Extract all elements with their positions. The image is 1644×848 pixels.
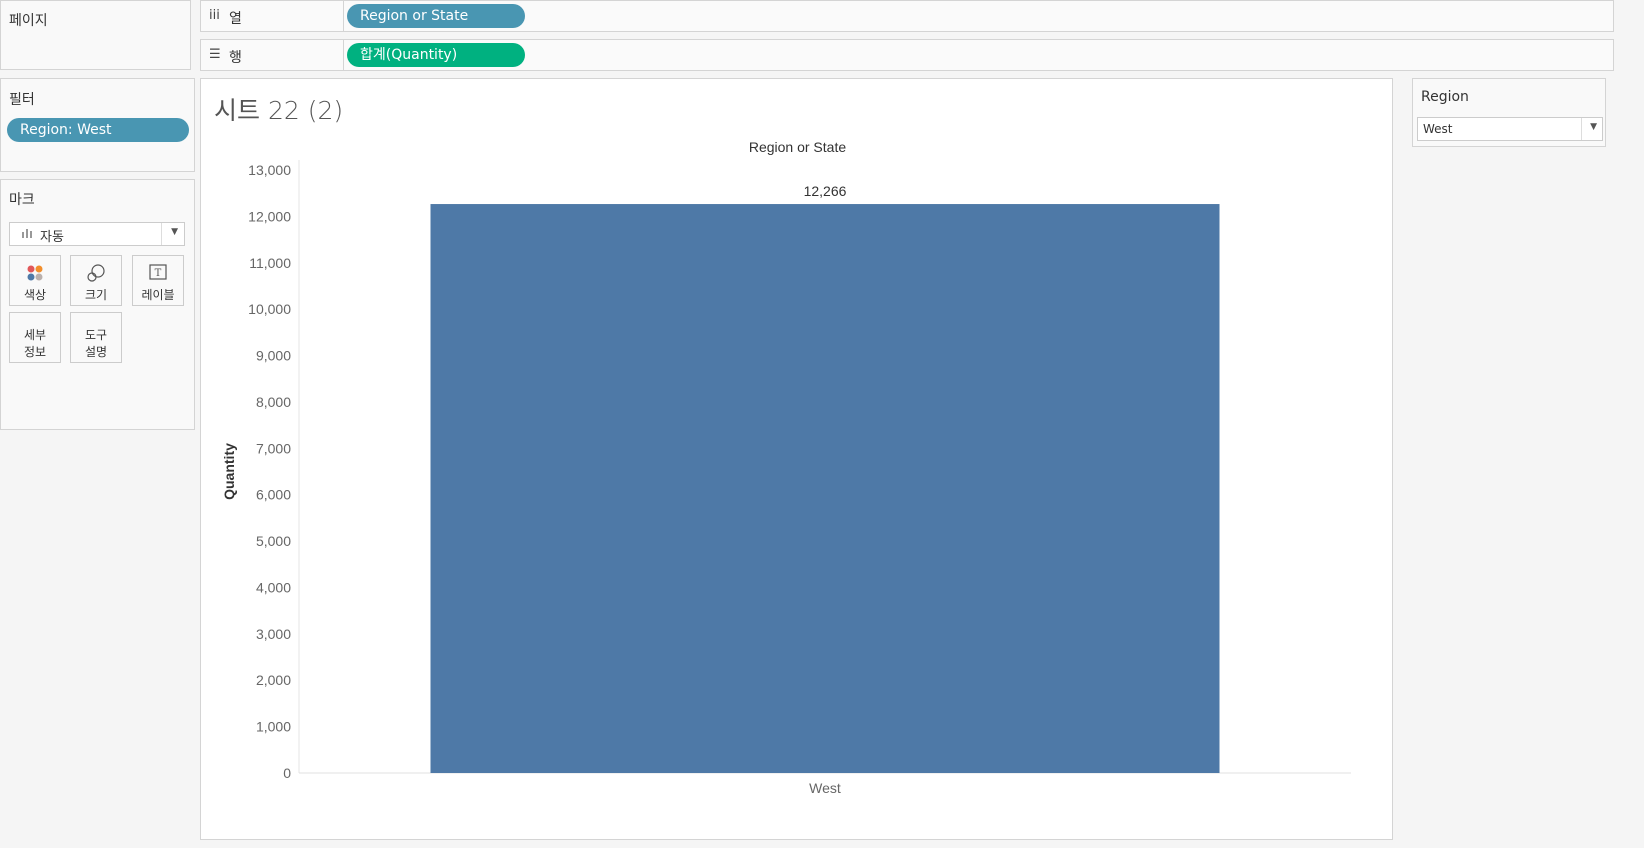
marks-card-label: 세부 정보: [10, 327, 60, 361]
y-tick-label: 10,000: [248, 301, 291, 317]
dropdown-separator: [1581, 118, 1582, 140]
mark-type-value: 자동: [40, 230, 64, 245]
marks-panel-title: 마크: [9, 192, 35, 208]
marks-card-label-line2: 정보: [23, 345, 47, 359]
size-circles-icon: [71, 264, 121, 282]
chevron-down-icon[interactable]: ▼: [1590, 122, 1597, 132]
region-filter-dropdown[interactable]: West ▼: [1417, 117, 1603, 141]
filter-pill-region-west[interactable]: Region: West: [7, 118, 189, 142]
marks-card-label-line2: 설명: [84, 345, 108, 359]
y-tick-label: 11,000: [249, 255, 291, 271]
chevron-down-icon[interactable]: ▼: [171, 227, 178, 237]
svg-text:T: T: [155, 268, 162, 279]
marks-card-detail[interactable]: 세부 정보: [9, 312, 61, 363]
columns-shelf[interactable]: iii 열 Region or State: [200, 0, 1614, 32]
region-filter-card: Region West ▼: [1412, 78, 1606, 147]
filters-panel: 필터 Region: West: [0, 78, 195, 172]
marks-card-label: 색상: [23, 288, 47, 302]
data-label: 12,266: [804, 183, 847, 199]
marks-card-tooltip[interactable]: 도구 설명: [70, 312, 122, 363]
marks-card-label-line1: 세부: [23, 328, 47, 342]
mark-type-dropdown[interactable]: 자동 ▼: [9, 222, 185, 246]
y-tick-label: 2,000: [256, 672, 291, 688]
y-tick-label: 0: [283, 765, 291, 781]
region-filter-value: West: [1423, 122, 1453, 136]
y-tick-label: 1,000: [256, 719, 291, 735]
filters-panel-title: 필터: [9, 92, 35, 108]
region-filter-title: Region: [1421, 89, 1469, 105]
x-tick-label: West: [809, 780, 841, 796]
text-label-icon: T: [133, 264, 183, 282]
marks-panel: 마크 자동 ▼ 색상 크기 T 레이블 세부 정보 도구 설명: [0, 179, 195, 430]
y-tick-label: 13,000: [248, 162, 291, 178]
y-tick-label: 3,000: [256, 626, 291, 642]
rows-shelf-label: 행: [229, 50, 242, 66]
color-dots-icon: [10, 264, 60, 282]
marks-card-size[interactable]: 크기: [70, 255, 122, 306]
y-tick-label: 7,000: [256, 440, 291, 456]
rows-pill-sum-quantity[interactable]: 합계(Quantity): [347, 43, 525, 67]
marks-card-label: 도구 설명: [71, 327, 121, 361]
marks-card-label-line1: 도구: [84, 328, 108, 342]
marks-card-label: 크기: [84, 288, 108, 302]
viz-worksheet: 시트 22 (2) Region or State 0 1,000 2,000 3,0…: [200, 78, 1393, 840]
marks-card-label: 레이블: [141, 288, 175, 302]
pages-panel-title: 페이지: [9, 13, 48, 29]
bar-chart: 0 1,000 2,000 3,000 4,000 5,000 6,000 7,000 8,00…: [221, 160, 1351, 796]
pages-panel: 페이지: [0, 0, 191, 70]
y-tick-label: 5,000: [256, 533, 291, 549]
columns-shelf-label: 열: [229, 11, 242, 27]
bar: [430, 204, 1220, 773]
y-tick-label: 9,000: [256, 348, 291, 364]
y-axis-label: Quantity: [221, 443, 237, 500]
columns-icon: iii: [209, 8, 220, 23]
y-tick-label: 12,000: [248, 208, 291, 224]
shelf-divider: [343, 40, 344, 70]
dropdown-separator: [161, 223, 162, 245]
columns-pill-region-or-state[interactable]: Region or State: [347, 4, 525, 28]
bar-chart-icon: [22, 228, 34, 241]
marks-card-label[interactable]: T 레이블: [132, 255, 184, 306]
y-tick-label: 4,000: [256, 579, 291, 595]
shelf-divider: [343, 1, 344, 31]
y-tick-label: 8,000: [256, 394, 291, 410]
rows-shelf[interactable]: ☰ 행 합계(Quantity): [200, 39, 1614, 71]
rows-icon: ☰: [209, 47, 221, 62]
marks-card-color[interactable]: 색상: [9, 255, 61, 306]
y-tick-label: 6,000: [256, 487, 291, 503]
